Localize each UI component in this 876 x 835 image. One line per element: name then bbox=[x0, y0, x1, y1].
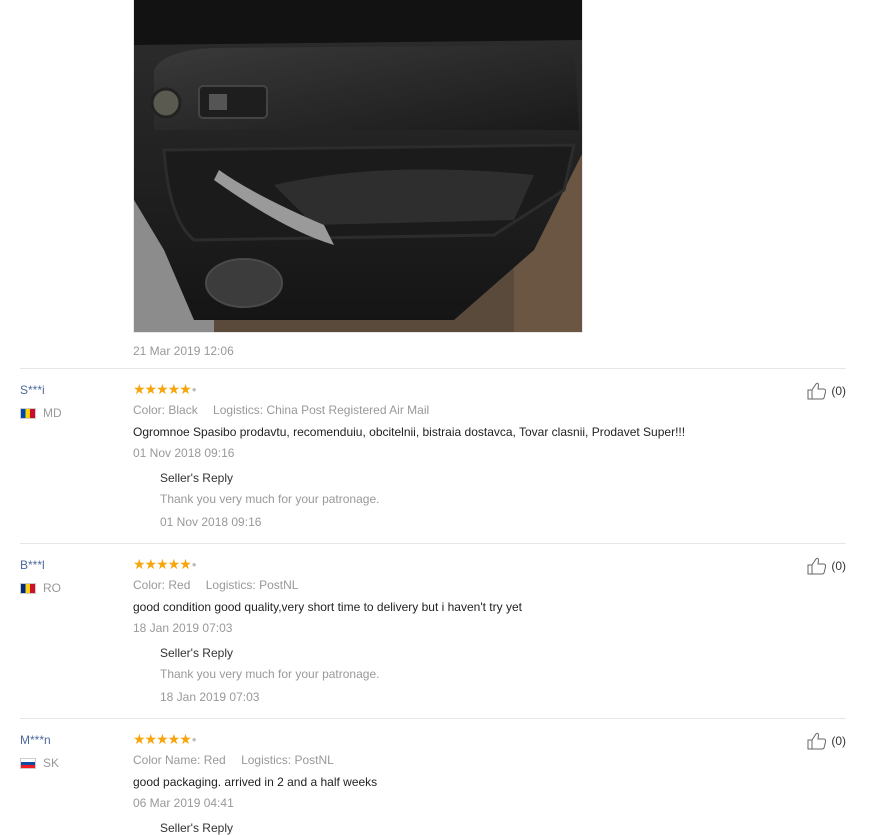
country-code: SK bbox=[43, 756, 60, 770]
reviewer-name[interactable]: M***n bbox=[20, 732, 130, 748]
rating-dot-icon: ● bbox=[191, 735, 197, 745]
order-info: Color: Black Logistics: China Post Regis… bbox=[133, 403, 753, 417]
seller-reply-title: Seller's Reply bbox=[160, 471, 233, 485]
logistics-label: Logistics: bbox=[213, 403, 264, 417]
helpful-count: (0) bbox=[831, 384, 846, 398]
flag-sk-icon bbox=[20, 757, 36, 769]
stars-icon: ★★★★★ bbox=[133, 731, 192, 747]
seller-reply-title: Seller's Reply bbox=[160, 646, 233, 660]
color-label: Color: bbox=[133, 403, 166, 417]
rating-dot-icon: ● bbox=[191, 385, 197, 395]
logistics-label: Logistics: bbox=[241, 753, 292, 767]
reviewer-country: MD bbox=[20, 406, 130, 420]
seller-reply-text: Thank you very much for your patronage. bbox=[160, 667, 380, 681]
stars-icon: ★★★★★ bbox=[133, 556, 192, 572]
color-label: Color: bbox=[133, 578, 166, 592]
flag-ro-icon bbox=[20, 582, 36, 594]
reviewer-name[interactable]: B***l bbox=[20, 557, 130, 573]
feedback-date: 01 Nov 2018 09:16 bbox=[133, 446, 235, 460]
divider bbox=[20, 368, 846, 369]
feedback-date: 18 Jan 2019 07:03 bbox=[133, 621, 233, 635]
order-info: Color Name: Red Logistics: PostNL bbox=[133, 753, 753, 767]
logistics-value: China Post Registered Air Mail bbox=[266, 403, 430, 417]
reviewer-country: SK bbox=[20, 756, 130, 770]
color-value: Red bbox=[168, 578, 191, 592]
seller-reply: Seller's Reply Thank you very much for y… bbox=[160, 646, 753, 704]
feedback-text: Ogromnoe Spasibo prodavtu, recomenduiu, … bbox=[133, 425, 686, 439]
first-review-date: 21 Mar 2019 12:06 bbox=[133, 344, 234, 358]
reviewer-info: S***i MD bbox=[20, 382, 130, 420]
star-rating: ★★★★★● bbox=[133, 557, 753, 573]
seller-reply-date: 01 Nov 2018 09:16 bbox=[160, 515, 262, 529]
helpful-button[interactable]: (0) bbox=[807, 732, 846, 750]
feedback-content: ★★★★★● Color: Black Logistics: China Pos… bbox=[133, 382, 753, 529]
thumbs-up-icon bbox=[807, 557, 827, 575]
helpful-button[interactable]: (0) bbox=[807, 382, 846, 400]
stars-icon: ★★★★★ bbox=[133, 381, 192, 397]
order-info: Color: Red Logistics: PostNL bbox=[133, 578, 753, 592]
divider bbox=[20, 543, 846, 544]
review-photo[interactable] bbox=[133, 0, 583, 333]
color-value: Black bbox=[168, 403, 198, 417]
star-rating: ★★★★★● bbox=[133, 732, 753, 748]
seller-reply: Seller's Reply bbox=[160, 821, 753, 835]
rating-dot-icon: ● bbox=[191, 560, 197, 570]
helpful-count: (0) bbox=[831, 734, 846, 748]
seller-reply-date: 18 Jan 2019 07:03 bbox=[160, 690, 260, 704]
seller-reply-title: Seller's Reply bbox=[160, 821, 233, 835]
color-value: Red bbox=[203, 753, 226, 767]
flag-md-icon bbox=[20, 407, 36, 419]
feedback-content: ★★★★★● Color: Red Logistics: PostNL good… bbox=[133, 557, 753, 704]
logistics-label: Logistics: bbox=[205, 578, 256, 592]
helpful-button[interactable]: (0) bbox=[807, 557, 846, 575]
feedback-text: good packaging. arrived in 2 and a half … bbox=[133, 775, 378, 789]
country-code: RO bbox=[43, 581, 61, 595]
color-label: Color Name: bbox=[133, 753, 201, 767]
country-code: MD bbox=[43, 406, 62, 420]
logistics-value: PostNL bbox=[294, 753, 334, 767]
feedback-text: good condition good quality,very short t… bbox=[133, 600, 522, 614]
star-rating: ★★★★★● bbox=[133, 382, 753, 398]
divider bbox=[20, 718, 846, 719]
logistics-value: PostNL bbox=[259, 578, 299, 592]
helpful-count: (0) bbox=[831, 559, 846, 573]
car-door-photo bbox=[134, 0, 582, 332]
seller-reply-text: Thank you very much for your patronage. bbox=[160, 492, 380, 506]
reviewer-info: B***l RO bbox=[20, 557, 130, 595]
seller-reply: Seller's Reply Thank you very much for y… bbox=[160, 471, 753, 529]
reviewer-country: RO bbox=[20, 581, 130, 595]
feedback-date: 06 Mar 2019 04:41 bbox=[133, 796, 234, 810]
feedback-content: ★★★★★● Color Name: Red Logistics: PostNL… bbox=[133, 732, 753, 835]
thumbs-up-icon bbox=[807, 382, 827, 400]
reviewer-info: M***n SK bbox=[20, 732, 130, 770]
thumbs-up-icon bbox=[807, 732, 827, 750]
reviewer-name[interactable]: S***i bbox=[20, 382, 130, 398]
